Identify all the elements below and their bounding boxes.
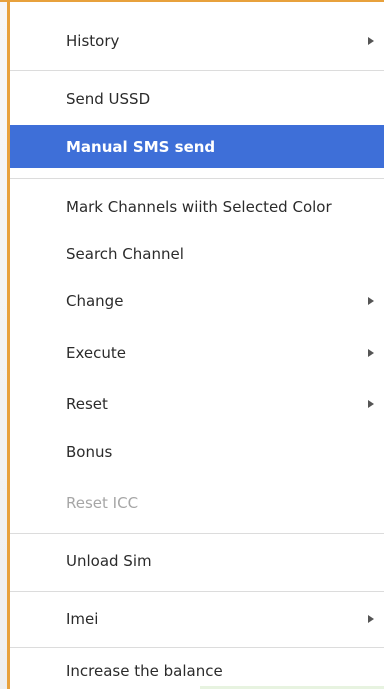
menu-item-search-channel[interactable]: Search Channel	[10, 233, 384, 275]
submenu-arrow-icon	[368, 37, 374, 45]
menu-item-label: Imei	[66, 610, 99, 628]
menu-item-label: Send USSD	[66, 90, 151, 108]
menu-separator	[10, 178, 384, 179]
menu-item-history[interactable]: History	[10, 20, 384, 62]
menu-item-label: History	[66, 32, 120, 50]
menu-item-label: Search Channel	[66, 245, 184, 263]
context-menu: History Send USSD Manual SMS send Mark C…	[0, 0, 384, 689]
submenu-arrow-icon	[368, 615, 374, 623]
submenu-arrow-icon	[368, 349, 374, 357]
menu-left-gutter	[0, 0, 7, 689]
menu-separator	[10, 533, 384, 534]
menu-item-label: Execute	[66, 344, 126, 362]
menu-item-imei[interactable]: Imei	[10, 598, 384, 640]
menu-item-bonus[interactable]: Bonus	[10, 431, 384, 473]
menu-item-execute[interactable]: Execute	[10, 332, 384, 374]
menu-item-label: Manual SMS send	[66, 137, 216, 156]
menu-item-label: Reset	[66, 395, 108, 413]
menu-separator	[10, 647, 384, 648]
menu-separator	[10, 70, 384, 71]
menu-item-increase-balance[interactable]: Increase the balance	[10, 654, 384, 688]
menu-item-label: Mark Channels wiith Selected Color	[66, 198, 332, 216]
menu-item-change[interactable]: Change	[10, 280, 384, 322]
menu-item-reset[interactable]: Reset	[10, 383, 384, 425]
menu-item-manual-sms-send[interactable]: Manual SMS send	[10, 125, 384, 168]
submenu-arrow-icon	[368, 400, 374, 408]
submenu-arrow-icon	[368, 297, 374, 305]
menu-item-send-ussd[interactable]: Send USSD	[10, 78, 384, 120]
menu-item-label: Increase the balance	[66, 662, 223, 680]
menu-item-label: Unload Sim	[66, 552, 152, 570]
menu-item-label: Change	[66, 292, 124, 310]
menu-item-label: Bonus	[66, 443, 113, 461]
menu-item-label: Reset ICC	[66, 494, 139, 512]
menu-separator	[10, 591, 384, 592]
menu-item-mark-channels[interactable]: Mark Channels wiith Selected Color	[10, 186, 384, 228]
menu-item-unload-sim[interactable]: Unload Sim	[10, 540, 384, 582]
menu-top-border	[0, 0, 384, 2]
menu-item-reset-icc: Reset ICC	[10, 482, 384, 524]
